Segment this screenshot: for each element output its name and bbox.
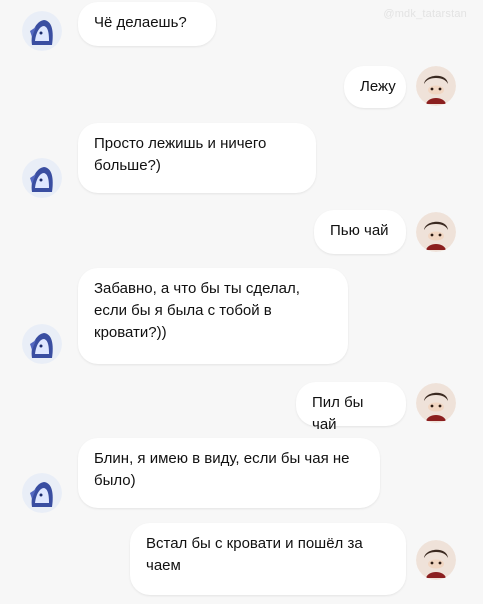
message-incoming[interactable]: Забавно, а что бы ты сделал, если бы я б… [78, 268, 348, 364]
message-incoming[interactable]: Блин, я имею в виду, если бы чая не было… [78, 438, 380, 508]
message-incoming[interactable]: Просто лежишь и ничего больше?) [78, 123, 316, 193]
anime-boy-avatar-icon [416, 540, 456, 580]
avatar[interactable] [416, 383, 456, 423]
message-outgoing[interactable]: Встал бы с кровати и пошёл за чаем [130, 523, 406, 595]
anime-boy-avatar-icon [416, 212, 456, 252]
avatar[interactable] [416, 212, 456, 252]
avatar[interactable] [416, 540, 456, 580]
message-outgoing[interactable]: Пью чай [314, 210, 406, 254]
anime-boy-avatar-icon [416, 66, 456, 106]
message-outgoing[interactable]: Лежу [344, 66, 406, 108]
avatar[interactable] [416, 66, 456, 106]
anime-girl-avatar-icon [22, 158, 62, 198]
anime-boy-avatar-icon [416, 383, 456, 423]
message-outgoing[interactable]: Пил бы чай [296, 382, 406, 433]
avatar[interactable] [22, 324, 62, 364]
avatar[interactable] [22, 158, 62, 198]
avatar[interactable] [22, 11, 62, 51]
avatar[interactable] [22, 473, 62, 513]
anime-girl-avatar-icon [22, 11, 62, 51]
anime-girl-avatar-icon [22, 324, 62, 364]
message-incoming[interactable]: Чё делаешь? [78, 2, 216, 46]
anime-girl-avatar-icon [22, 473, 62, 513]
chat-window: @mdk_tatarstan Чё делаешь? Лежу Просто л… [0, 0, 483, 604]
watermark: @mdk_tatarstan [383, 8, 467, 20]
